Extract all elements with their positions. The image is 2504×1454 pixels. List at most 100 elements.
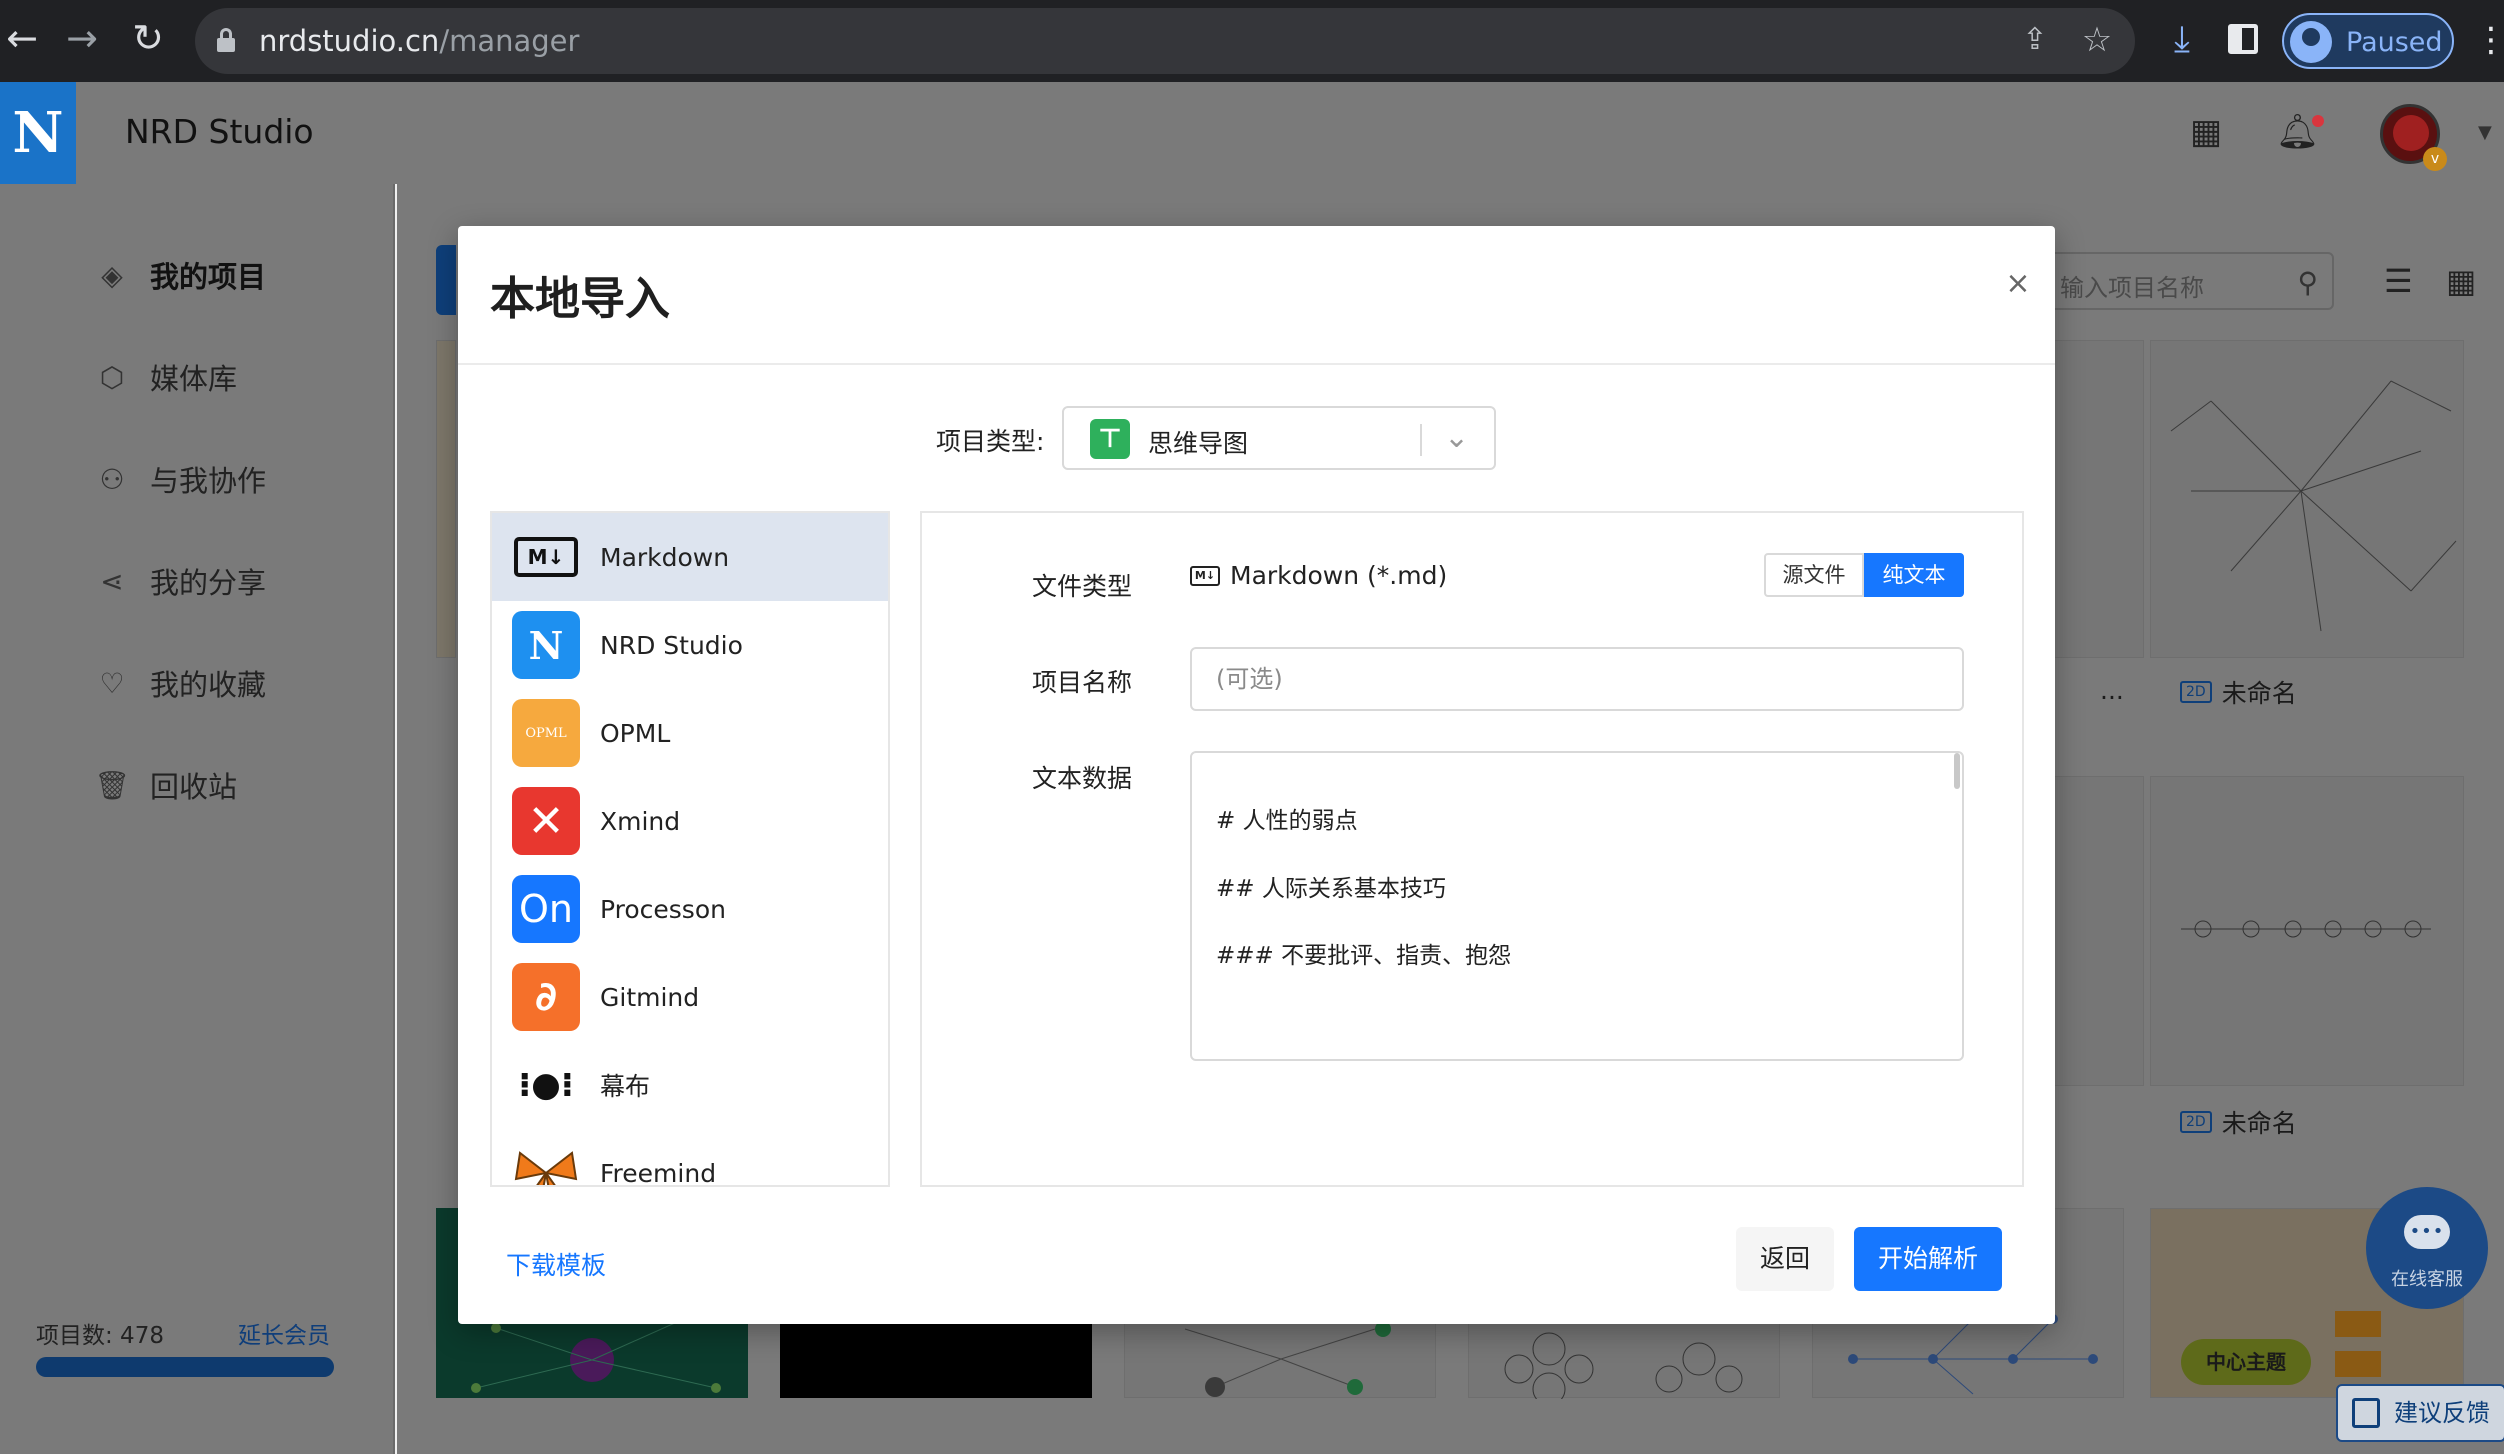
app-header: N NRD Studio ▦ 🔔︎ v ▼ bbox=[0, 82, 2504, 184]
list-view-icon[interactable]: ☰ bbox=[2384, 262, 2413, 300]
vip-badge: v bbox=[2423, 147, 2447, 171]
download-icon[interactable]: ⤓ bbox=[2160, 18, 2204, 62]
project-card-title[interactable]: 2D 未命名 bbox=[2180, 674, 2297, 710]
sidebar-item-label: 回收站 bbox=[150, 770, 238, 804]
source-name: 幕布 bbox=[600, 1072, 651, 1101]
address-bar[interactable]: nrdstudio.cn/manager ⇪ ☆ bbox=[195, 8, 2135, 74]
new-project-tab[interactable] bbox=[436, 245, 456, 315]
share-icon[interactable]: ⇪ bbox=[2017, 22, 2053, 58]
chevron-down-icon[interactable]: ⌄ bbox=[1444, 420, 1469, 455]
topic-node bbox=[2335, 1311, 2381, 1337]
sidebar-item-label: 我的项目 bbox=[150, 260, 267, 294]
source-item-opml[interactable]: OPML OPML bbox=[492, 689, 888, 777]
sidebar-item-recycle-bin[interactable]: 🗑︎ 回收站 bbox=[92, 760, 237, 810]
source-name: OPML bbox=[600, 718, 671, 748]
sidebar-item-label: 与我协作 bbox=[150, 464, 267, 498]
flow-thumbnail bbox=[2181, 920, 2431, 938]
file-type-value: M↓ Markdown (*.md) bbox=[1190, 561, 1447, 590]
project-type-value: 思维导图 bbox=[1148, 429, 1249, 458]
gitmind-icon: ∂ bbox=[512, 963, 580, 1031]
box-icon: ⬡ bbox=[99, 360, 125, 394]
storage-progress-bar bbox=[36, 1357, 334, 1377]
project-type-label: 项目类型: bbox=[936, 427, 1045, 456]
back-arrow-icon[interactable]: ← bbox=[0, 16, 44, 60]
mindmap-icon: ⊤ bbox=[1090, 419, 1130, 459]
feedback-button[interactable]: 建议反馈 bbox=[2336, 1384, 2504, 1442]
sidebar-item-media-library[interactable]: ⬡ 媒体库 bbox=[92, 352, 237, 402]
lock-icon bbox=[217, 28, 235, 52]
nrd-logo[interactable]: N bbox=[0, 82, 76, 184]
project-card-thumbnail[interactable] bbox=[2150, 340, 2464, 658]
card-title-text: 未命名 bbox=[2221, 679, 2297, 708]
source-item-processon[interactable]: On Processon bbox=[492, 865, 888, 953]
search-icon[interactable]: ⚲ bbox=[2297, 266, 2318, 299]
browser-menu-icon[interactable]: ⋮ bbox=[2474, 20, 2504, 60]
center-topic-node: 中心主题 bbox=[2181, 1339, 2311, 1385]
caret-down-icon[interactable]: ▼ bbox=[2478, 122, 2492, 143]
profile-button[interactable]: Paused bbox=[2282, 13, 2454, 69]
sidebar-item-my-shares[interactable]: ⋖ 我的分享 bbox=[92, 556, 266, 606]
layout-icon[interactable]: ▦ bbox=[2186, 112, 2226, 152]
bookmark-star-icon[interactable]: ☆ bbox=[2077, 20, 2117, 60]
bell-icon[interactable]: 🔔︎ bbox=[2276, 112, 2319, 152]
edit-note-icon bbox=[2352, 1398, 2380, 1428]
textarea-scrollbar[interactable] bbox=[1954, 753, 1960, 789]
processon-icon: On bbox=[512, 875, 580, 943]
mode-source-file-button[interactable]: 源文件 bbox=[1764, 553, 1864, 597]
source-name: Gitmind bbox=[600, 982, 700, 1012]
project-type-select[interactable]: ⊤ 思维导图 ⌄ bbox=[1062, 406, 1496, 470]
source-item-gitmind[interactable]: ∂ Gitmind bbox=[492, 953, 888, 1041]
local-import-dialog: 本地导入 × 项目类型: ⊤ 思维导图 ⌄ M↓ Markdown N NRD … bbox=[458, 226, 2055, 1324]
xmind-icon: ✕ bbox=[512, 787, 580, 855]
share-icon: ⋖ bbox=[100, 564, 124, 598]
sidebar-item-my-projects[interactable]: ◈ 我的项目 bbox=[92, 250, 266, 300]
file-type-text: Markdown (*.md) bbox=[1230, 561, 1448, 590]
project-name-input[interactable] bbox=[1190, 647, 1964, 711]
mode-plain-text-button[interactable]: 纯文本 bbox=[1864, 553, 1964, 597]
source-name: NRD Studio bbox=[600, 630, 743, 660]
card-ellipsis: ... bbox=[2100, 676, 2124, 705]
reload-icon[interactable]: ↻ bbox=[126, 16, 170, 60]
text-data-textarea[interactable]: # 人性的弱点 ## 人际关系基本技巧 ### 不要批评、指责、抱怨 bbox=[1190, 751, 1964, 1061]
card-title-text: 未命名 bbox=[2221, 1109, 2297, 1138]
source-item-nrd-studio[interactable]: N NRD Studio bbox=[492, 601, 888, 689]
back-button[interactable]: 返回 bbox=[1736, 1227, 1834, 1291]
online-support-button[interactable]: 在线客服 bbox=[2366, 1187, 2488, 1309]
forward-arrow-icon[interactable]: → bbox=[60, 16, 104, 60]
renew-membership-link[interactable]: 延长会员 bbox=[238, 1316, 330, 1350]
heart-icon: ♡ bbox=[99, 666, 125, 700]
text-line: ## 人际关系基本技巧 bbox=[1216, 876, 1446, 902]
url-text: nrdstudio.cn/manager bbox=[259, 24, 580, 58]
project-card[interactable] bbox=[2054, 776, 2144, 1086]
project-card[interactable] bbox=[2054, 340, 2144, 658]
dialog-title: 本地导入 bbox=[490, 272, 671, 325]
source-item-freemind[interactable]: Freemind bbox=[492, 1129, 888, 1185]
opml-icon: OPML bbox=[512, 699, 580, 767]
user-avatar[interactable]: v bbox=[2380, 104, 2447, 171]
start-parse-button[interactable]: 开始解析 bbox=[1854, 1227, 2002, 1291]
users-icon: ⚇ bbox=[99, 462, 125, 496]
nrd-studio-icon: N bbox=[512, 611, 580, 679]
close-icon[interactable]: × bbox=[1998, 266, 2038, 301]
import-source-list: M↓ Markdown N NRD Studio OPML OPML ✕ Xmi… bbox=[490, 511, 890, 1187]
topic-node bbox=[2335, 1351, 2381, 1377]
download-template-link[interactable]: 下载模板 bbox=[506, 1246, 606, 1282]
project-card-thumbnail[interactable] bbox=[2150, 776, 2464, 1086]
source-item-markdown[interactable]: M↓ Markdown bbox=[492, 513, 888, 601]
side-panel-icon[interactable] bbox=[2228, 24, 2258, 54]
source-item-xmind[interactable]: ✕ Xmind bbox=[492, 777, 888, 865]
feedback-label: 建议反馈 bbox=[2394, 1399, 2490, 1427]
sidebar-item-favorites[interactable]: ♡ 我的收藏 bbox=[92, 658, 266, 708]
layers-icon: ◈ bbox=[101, 258, 123, 292]
2d-badge: 2D bbox=[2180, 1111, 2212, 1133]
project-card-title[interactable]: 2D 未命名 bbox=[2180, 1104, 2297, 1140]
grid-view-icon[interactable]: ▦ bbox=[2446, 262, 2476, 300]
project-search-input[interactable]: 输入项目名称 ⚲ bbox=[2040, 252, 2334, 310]
project-name-label: 项目名称 bbox=[1032, 668, 1133, 697]
source-item-mubu[interactable]: ⁝●⁝ 幕布 bbox=[492, 1041, 888, 1129]
sidebar-item-label: 我的收藏 bbox=[150, 668, 267, 702]
sidebar-item-collaboration[interactable]: ⚇ 与我协作 bbox=[92, 454, 266, 504]
notification-dot bbox=[2312, 115, 2324, 127]
project-card[interactable] bbox=[436, 340, 456, 658]
browser-toolbar: ← → ↻ nrdstudio.cn/manager ⇪ ☆ ⤓ Paused … bbox=[0, 0, 2504, 82]
